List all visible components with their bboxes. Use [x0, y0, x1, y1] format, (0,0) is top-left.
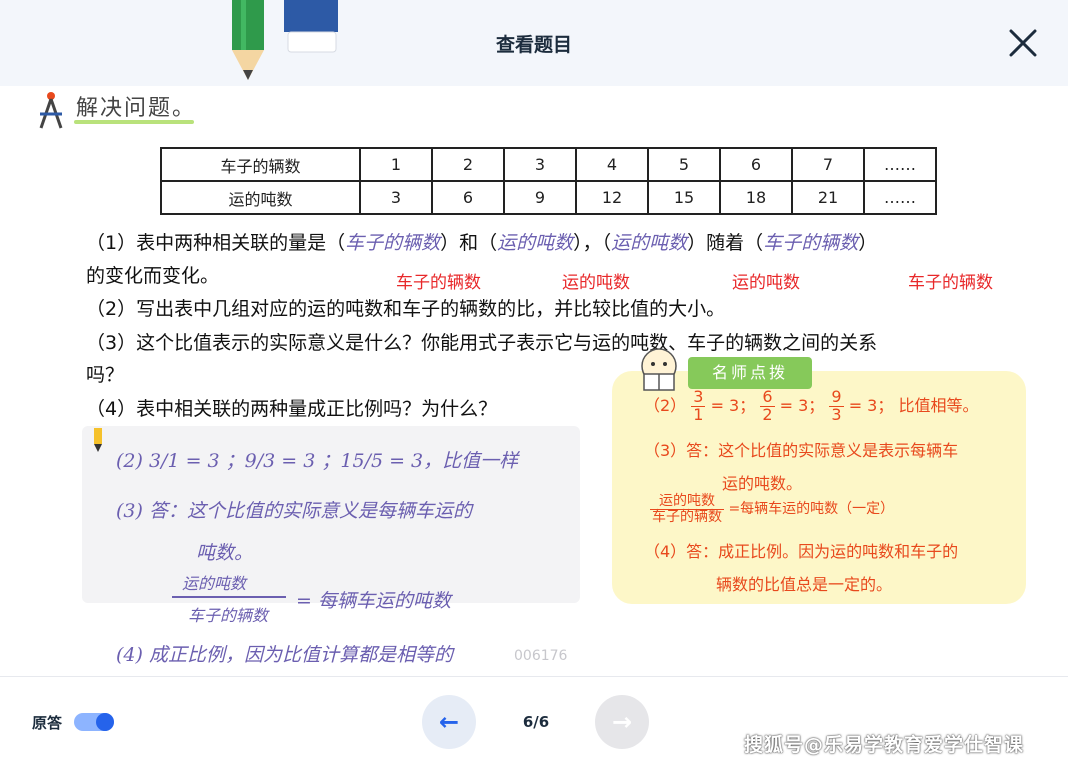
table-cell: 6: [431, 180, 505, 215]
q1-text-a: （1）表中两种相关联的量是（: [86, 232, 346, 254]
table-cell: 5: [647, 147, 721, 182]
reading-mascot-icon: [641, 348, 677, 391]
original-answer-toggle[interactable]: [74, 713, 114, 731]
eraser-label: ASER: [281, 2, 292, 32]
red-answer-4: 车子的辆数: [908, 273, 993, 293]
data-table: 车子的辆数 1 2 3 4 5 6 7 …… 运的吨数 3 6 9 12 15 …: [160, 147, 937, 215]
red-answer-2: 运的吨数: [562, 273, 630, 293]
handwritten-answer-4: (4) 成正比例，因为比值计算都是相等的: [116, 644, 453, 666]
arrow-right-icon: →: [611, 708, 633, 736]
tip-fraction-rhs: =每辆车运的吨数（一定）: [728, 501, 895, 518]
arrow-left-icon: ←: [438, 708, 460, 736]
heading-underline: [74, 120, 194, 124]
tip-fraction: 运的吨数 车子的辆数 =每辆车运的吨数（一定）: [650, 494, 894, 524]
table-cell: 9: [503, 180, 577, 215]
handwritten-answer-3-cont: 吨数。: [196, 542, 254, 564]
section-heading: 解决问题。: [76, 96, 197, 121]
q1-handwritten-1: 车子的辆数: [345, 232, 441, 254]
row-label: 运的吨数: [160, 180, 361, 215]
tip-2-prefix: （2）: [644, 395, 687, 415]
question-2: （2）写出表中几组对应的运的吨数和车子的辆数的比，并比较比值的大小。: [86, 298, 726, 320]
handwritten-answer-3: (3) 答：这个比值的实际意义是每辆车运的: [116, 500, 472, 522]
compass-icon: [39, 92, 63, 129]
q1-text-c: ），（: [573, 232, 612, 254]
tip-line-4: （4）答：成正比例。因为运的吨数和车子的: [644, 542, 959, 561]
tip-fraction-tons-per-car: 运的吨数 车子的辆数: [650, 494, 724, 524]
question-4: （4）表中相关联的两种量成正比例吗？为什么？: [86, 398, 498, 420]
red-answer-1: 车子的辆数: [396, 273, 481, 293]
tip-2-suffix: 比值相等。: [898, 395, 979, 415]
tip-2-eq: = 3；: [848, 395, 894, 415]
q1-text-b: ）和（: [440, 232, 498, 254]
tip-2-eq: = 3；: [779, 395, 825, 415]
table-cell: 2: [431, 147, 505, 182]
page-title: 查看题目: [495, 34, 572, 56]
handwritten-fraction-denominator: 车子的辆数: [188, 606, 269, 625]
tip-line-3-cont: 运的吨数。: [722, 474, 803, 493]
tip-2-eq: = 3；: [710, 395, 756, 415]
q1-handwritten-3: 运的吨数: [611, 232, 688, 254]
fraction-numerator: 运的吨数: [650, 494, 724, 510]
table-cell: 18: [719, 180, 793, 215]
original-answer-label: 原答: [32, 714, 63, 732]
table-cell: 7: [791, 147, 865, 182]
previous-button[interactable]: ←: [422, 695, 476, 749]
table-cell: 12: [575, 180, 649, 215]
fraction-9-3: 93: [829, 388, 844, 424]
question-3-line-2: 吗？: [86, 364, 125, 386]
fraction-denominator: 2: [762, 404, 773, 424]
table-cell: ……: [863, 180, 937, 215]
table-row: 车子的辆数 1 2 3 4 5 6 7 ……: [160, 147, 937, 182]
question-content: 解决问题。 车子的辆数 1 2 3 4 5 6 7 …… 运的吨数 3 6 9 …: [0, 86, 1068, 676]
table-cell: 3: [359, 180, 433, 215]
row-label: 车子的辆数: [160, 147, 361, 182]
table-cell: 15: [647, 180, 721, 215]
fraction-denominator: 1: [693, 404, 704, 424]
teacher-tip-badge: 名师点拨: [688, 357, 812, 389]
question-3: （3）这个比值表示的实际意义是什么？你能用式子表示它与运的吨数、车子的辆数之间的…: [86, 332, 878, 354]
fraction-6-2: 62: [760, 388, 775, 424]
handwritten-fraction-numerator: 运的吨数: [182, 574, 247, 593]
fraction-denominator: 3: [831, 404, 842, 424]
question-1: （1）表中两种相关联的量是（车子的辆数）和（运的吨数），（运的吨数）随着（车子的…: [86, 228, 877, 255]
q1-handwritten-4: 车子的辆数: [763, 232, 859, 254]
fraction-denominator: 车子的辆数: [652, 508, 722, 525]
table-cell: 6: [719, 147, 793, 182]
handwritten-fraction-result: = 每辆车运的吨数: [296, 590, 451, 612]
tip-line-2: （2） 31 = 3； 62 = 3； 93 = 3； 比值相等。: [644, 388, 979, 424]
table-cell: ……: [863, 147, 937, 182]
q1-handwritten-2: 运的吨数: [497, 232, 574, 254]
handwritten-answer-2: (2) 3/1 = 3 ；9/3 = 3 ；15/5 = 3，比值一样: [116, 450, 519, 472]
handwritten-fraction-bar: [172, 596, 286, 598]
table-row: 运的吨数 3 6 9 12 15 18 21 ……: [160, 180, 937, 215]
question-1-line-2: 的变化而变化。: [86, 265, 220, 287]
red-answer-3: 运的吨数: [732, 273, 800, 293]
table-cell: 21: [791, 180, 865, 215]
image-id-watermark: 006176: [514, 648, 568, 664]
table-cell: 1: [359, 147, 433, 182]
small-pencil-icon: [94, 428, 102, 452]
top-bar: ASER 查看题目: [0, 0, 1068, 86]
close-icon[interactable]: [1006, 26, 1040, 60]
next-button[interactable]: →: [595, 695, 649, 749]
watermark: 搜狐号@乐易学教育爱学仕智课: [744, 734, 1025, 756]
toggle-knob: [96, 713, 114, 731]
table-cell: 3: [503, 147, 577, 182]
table-cell: 4: [575, 147, 649, 182]
tip-line-4-cont: 辆数的比值总是一定的。: [716, 575, 893, 594]
fraction-3-1: 31: [691, 388, 706, 424]
tip-line-3: （3）答：这个比值的实际意义是表示每辆车: [644, 441, 959, 460]
page-indicator: 6/6: [522, 713, 550, 731]
q1-text-e: ）: [858, 232, 878, 254]
q1-text-d: ）随着（: [687, 232, 764, 254]
